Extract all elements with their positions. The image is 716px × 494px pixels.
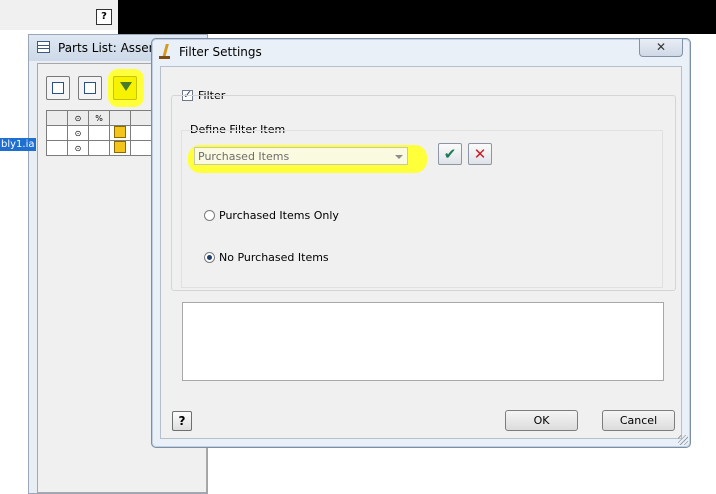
help-icon: ? (178, 414, 186, 428)
dialog-titlebar[interactable]: Filter Settings ✕ (152, 39, 690, 65)
check-icon: ✔ (443, 145, 457, 163)
grid-row-header[interactable] (46, 140, 68, 156)
grid-cell[interactable] (88, 140, 110, 156)
radio-button-selected[interactable] (204, 252, 215, 263)
grid-find-icon[interactable]: ⊙ (67, 140, 89, 156)
x-icon: ✕ (473, 145, 487, 163)
grid-cell[interactable] (130, 125, 152, 141)
background-toolbar: ? (0, 0, 119, 30)
radio-label: No Purchased Items (219, 251, 329, 264)
column-chooser-button[interactable] (46, 76, 70, 100)
grid-part-cell[interactable] (109, 125, 131, 141)
dialog-title: Filter Settings (179, 45, 262, 59)
background-help-icon[interactable]: ? (96, 9, 112, 25)
black-background-area (118, 0, 716, 34)
selected-browser-item[interactable]: bly1.ia (0, 138, 36, 151)
grid-header-percent-icon[interactable]: % (88, 110, 110, 126)
grid-header-cell[interactable] (130, 110, 152, 126)
filter-item-select[interactable]: Purchased Items (194, 147, 408, 165)
cancel-button[interactable]: Cancel (602, 410, 675, 431)
export-button[interactable] (78, 76, 102, 100)
grid-cell[interactable] (88, 125, 110, 141)
dialog-body: Filter Define Filter Item Purchased Item… (160, 66, 682, 439)
filter-settings-button[interactable] (113, 76, 137, 100)
filter-list-area[interactable] (182, 302, 664, 381)
resize-grip-icon[interactable] (678, 435, 688, 445)
export-icon (84, 82, 96, 94)
radio-label: Purchased Items Only (219, 209, 339, 222)
inventor-app-icon (159, 44, 172, 59)
grid-header-find-icon[interactable]: ⊙ (67, 110, 89, 126)
parts-list-grid: ⊙ % ⊙ ⊙ (46, 110, 152, 156)
grid-part-cell[interactable] (109, 140, 131, 156)
filter-settings-dialog: Filter Settings ✕ Filter Define Filter I… (151, 38, 691, 448)
funnel-icon (120, 82, 132, 91)
column-chooser-icon (52, 82, 64, 94)
table-icon (37, 41, 50, 53)
remove-filter-button[interactable]: ✕ (468, 143, 492, 165)
grid-header-cell[interactable] (109, 110, 131, 126)
close-icon: ✕ (655, 40, 667, 54)
grid-find-icon[interactable]: ⊙ (67, 125, 89, 141)
chevron-down-icon[interactable] (395, 155, 403, 159)
grid-cell[interactable] (130, 140, 152, 156)
grid-header-cell[interactable] (46, 110, 68, 126)
close-button[interactable]: ✕ (639, 39, 683, 57)
parts-list-title: Parts List: Assem (58, 41, 161, 55)
apply-filter-button[interactable]: ✔ (438, 143, 462, 165)
help-button[interactable]: ? (172, 411, 192, 431)
part-icon (114, 126, 126, 138)
radio-button[interactable] (204, 210, 215, 221)
filter-item-value: Purchased Items (198, 150, 290, 163)
grid-row-header[interactable] (46, 125, 68, 141)
part-icon (114, 141, 126, 153)
ok-button[interactable]: OK (505, 410, 578, 431)
